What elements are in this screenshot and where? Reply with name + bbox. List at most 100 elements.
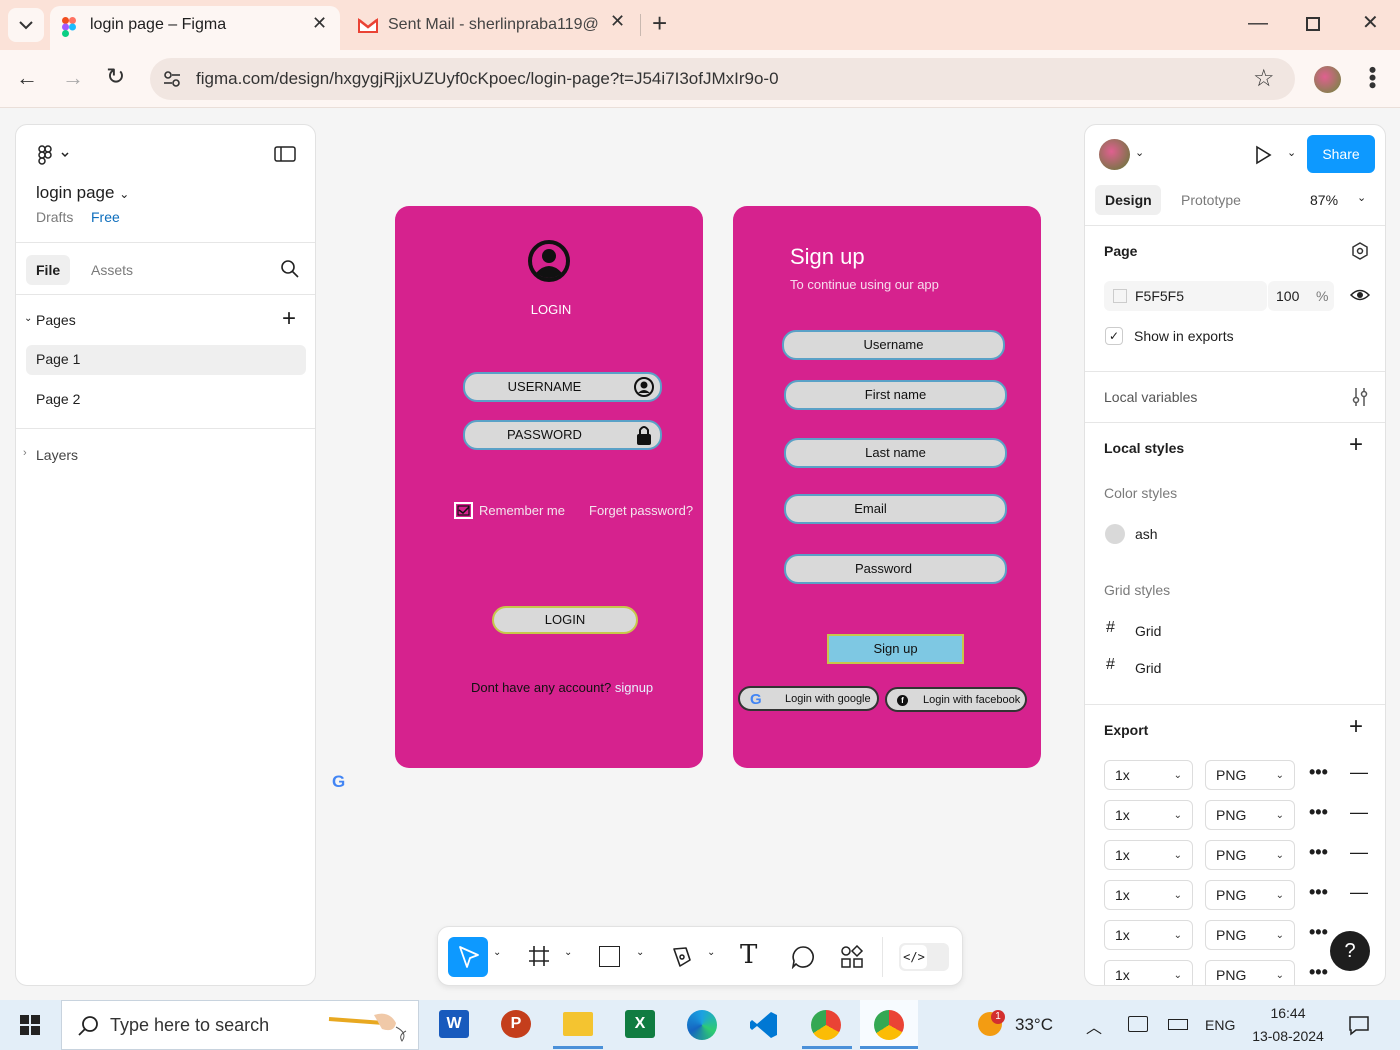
add-style-button[interactable]: + bbox=[1349, 431, 1363, 459]
signup-frame[interactable]: Sign up To continue using our app Userna… bbox=[733, 206, 1041, 768]
back-arrow-icon[interactable]: ← bbox=[16, 65, 38, 91]
more-options-icon[interactable]: ••• bbox=[1309, 962, 1328, 983]
edge-browser-icon[interactable] bbox=[687, 1010, 717, 1040]
language-indicator[interactable]: ENG bbox=[1205, 1017, 1235, 1033]
page-item-1[interactable]: Page 1 bbox=[26, 345, 306, 375]
color-style-ash[interactable]: ash bbox=[1135, 526, 1158, 542]
file-name[interactable]: login page ⌄ bbox=[36, 183, 129, 203]
zoom-level[interactable]: 87% bbox=[1310, 192, 1338, 208]
tab-search-button[interactable] bbox=[8, 8, 44, 42]
remove-export-icon[interactable]: — bbox=[1350, 802, 1368, 823]
add-export-button[interactable]: + bbox=[1349, 713, 1363, 741]
help-button[interactable]: ? bbox=[1330, 931, 1370, 971]
google-icon[interactable]: G bbox=[332, 772, 345, 792]
sidebar-toggle-icon[interactable] bbox=[274, 145, 296, 163]
tab-assets[interactable]: Assets bbox=[91, 262, 133, 278]
export-format-select[interactable]: PNG ⌄ bbox=[1205, 880, 1295, 910]
battery-icon[interactable] bbox=[1168, 1019, 1188, 1030]
chevron-down-icon[interactable]: ⌄ bbox=[1135, 146, 1144, 159]
signup-username-field[interactable]: Username bbox=[782, 330, 1005, 360]
tab-close-icon[interactable]: ✕ bbox=[610, 11, 625, 32]
export-format-select[interactable]: PNG ⌄ bbox=[1205, 920, 1295, 950]
share-button[interactable]: Share bbox=[1307, 135, 1375, 173]
weather-temp[interactable]: 33°C bbox=[1015, 1015, 1053, 1035]
figma-menu-icon[interactable] bbox=[38, 145, 72, 165]
export-format-select[interactable]: PNG ⌄ bbox=[1205, 960, 1295, 985]
tab-file[interactable]: File bbox=[26, 255, 70, 285]
text-tool-icon[interactable]: T bbox=[740, 940, 757, 970]
remember-me-label[interactable]: Remember me bbox=[479, 503, 565, 518]
notifications-icon[interactable] bbox=[1348, 1014, 1370, 1036]
more-options-icon[interactable]: ••• bbox=[1309, 762, 1328, 783]
more-options-icon[interactable]: ••• bbox=[1309, 922, 1328, 943]
pen-tool-icon[interactable] bbox=[671, 945, 693, 969]
username-field[interactable]: USERNAME bbox=[463, 372, 662, 402]
checkbox-checked-icon[interactable] bbox=[454, 502, 473, 519]
excel-app-icon[interactable]: X bbox=[625, 1010, 655, 1038]
show-in-exports-checkbox[interactable]: ✓ bbox=[1105, 327, 1123, 345]
more-options-icon[interactable]: ••• bbox=[1309, 842, 1328, 863]
more-options-icon[interactable]: ••• bbox=[1309, 882, 1328, 903]
bookmark-star-icon[interactable]: ☆ bbox=[1253, 64, 1275, 93]
search-icon[interactable] bbox=[280, 259, 300, 279]
frame-tool-icon[interactable] bbox=[528, 945, 550, 967]
remove-export-icon[interactable]: — bbox=[1350, 762, 1368, 783]
vscode-icon[interactable] bbox=[749, 1010, 779, 1040]
export-scale-select[interactable]: 1x ⌄ bbox=[1104, 880, 1193, 910]
grid-style-2[interactable]: Grid bbox=[1135, 660, 1161, 676]
taskbar-search[interactable]: Type here to search bbox=[61, 1000, 419, 1050]
export-format-select[interactable]: PNG ⌄ bbox=[1205, 760, 1295, 790]
plan-badge[interactable]: Free bbox=[91, 209, 120, 225]
file-explorer-icon[interactable] bbox=[563, 1012, 593, 1036]
bg-opacity-field[interactable]: 100 % bbox=[1268, 281, 1334, 311]
minimize-icon[interactable]: — bbox=[1248, 12, 1268, 35]
more-options-icon[interactable]: ••• bbox=[1309, 802, 1328, 823]
tab-design[interactable]: Design bbox=[1095, 185, 1161, 215]
user-avatar[interactable] bbox=[1099, 139, 1130, 170]
page-bg-color-field[interactable]: F5F5F5 bbox=[1104, 281, 1267, 311]
chevron-down-icon[interactable]: ⌄ bbox=[636, 947, 644, 958]
password-field[interactable]: PASSWORD bbox=[463, 420, 662, 450]
chevron-down-icon[interactable]: ⌄ bbox=[24, 313, 32, 324]
grid-style-1[interactable]: Grid bbox=[1135, 623, 1161, 639]
remove-export-icon[interactable]: — bbox=[1350, 842, 1368, 863]
export-scale-select[interactable]: 1x ⌄ bbox=[1104, 920, 1193, 950]
signup-password-field[interactable]: Password bbox=[784, 554, 1007, 584]
export-scale-select[interactable]: 1x ⌄ bbox=[1104, 800, 1193, 830]
variables-icon[interactable] bbox=[1351, 387, 1369, 407]
powerpoint-app-icon[interactable]: P bbox=[501, 1010, 531, 1038]
eye-icon[interactable] bbox=[1349, 286, 1371, 304]
page-item-2[interactable]: Page 2 bbox=[26, 385, 306, 415]
email-field[interactable]: Email bbox=[784, 494, 1007, 524]
comment-tool-icon[interactable] bbox=[791, 945, 815, 969]
clock-date[interactable]: 13-08-2024 bbox=[1248, 1028, 1328, 1044]
chevron-down-icon[interactable]: ⌄ bbox=[1357, 191, 1366, 204]
export-scale-select[interactable]: 1x ⌄ bbox=[1104, 840, 1193, 870]
profile-avatar[interactable] bbox=[1314, 66, 1341, 93]
play-icon[interactable] bbox=[1253, 145, 1273, 165]
export-scale-select[interactable]: 1x ⌄ bbox=[1104, 760, 1193, 790]
tab-close-icon[interactable]: ✕ bbox=[312, 13, 327, 34]
reload-icon[interactable]: ↻ bbox=[106, 63, 125, 90]
forward-arrow-icon[interactable]: → bbox=[62, 65, 84, 91]
styles-icon[interactable] bbox=[1350, 241, 1370, 261]
chevron-down-icon[interactable]: ⌄ bbox=[493, 947, 501, 958]
network-icon[interactable] bbox=[1128, 1016, 1148, 1032]
chrome-icon[interactable] bbox=[811, 1010, 841, 1040]
forgot-password-link[interactable]: Forget password? bbox=[589, 503, 693, 518]
chevron-down-icon[interactable]: ⌄ bbox=[707, 947, 715, 958]
export-format-select[interactable]: PNG ⌄ bbox=[1205, 800, 1295, 830]
chevron-right-icon[interactable]: › bbox=[23, 447, 27, 459]
move-tool[interactable] bbox=[448, 937, 488, 977]
tab-figma[interactable]: login page – Figma ✕ bbox=[50, 6, 340, 50]
browser-menu-icon[interactable]: ••• bbox=[1360, 66, 1385, 89]
new-tab-button[interactable]: + bbox=[652, 8, 667, 38]
dev-mode-toggle[interactable]: </> bbox=[899, 943, 949, 971]
google-login-button[interactable]: G Login with google bbox=[738, 686, 879, 711]
restore-icon[interactable] bbox=[1306, 17, 1320, 31]
chevron-down-icon[interactable]: ⌄ bbox=[564, 947, 572, 958]
word-app-icon[interactable]: W bbox=[439, 1010, 469, 1038]
close-icon[interactable]: ✕ bbox=[1362, 10, 1379, 35]
tab-prototype[interactable]: Prototype bbox=[1181, 192, 1241, 208]
login-frame[interactable]: LOGIN USERNAME PASSWORD Remember me Forg… bbox=[395, 206, 703, 768]
